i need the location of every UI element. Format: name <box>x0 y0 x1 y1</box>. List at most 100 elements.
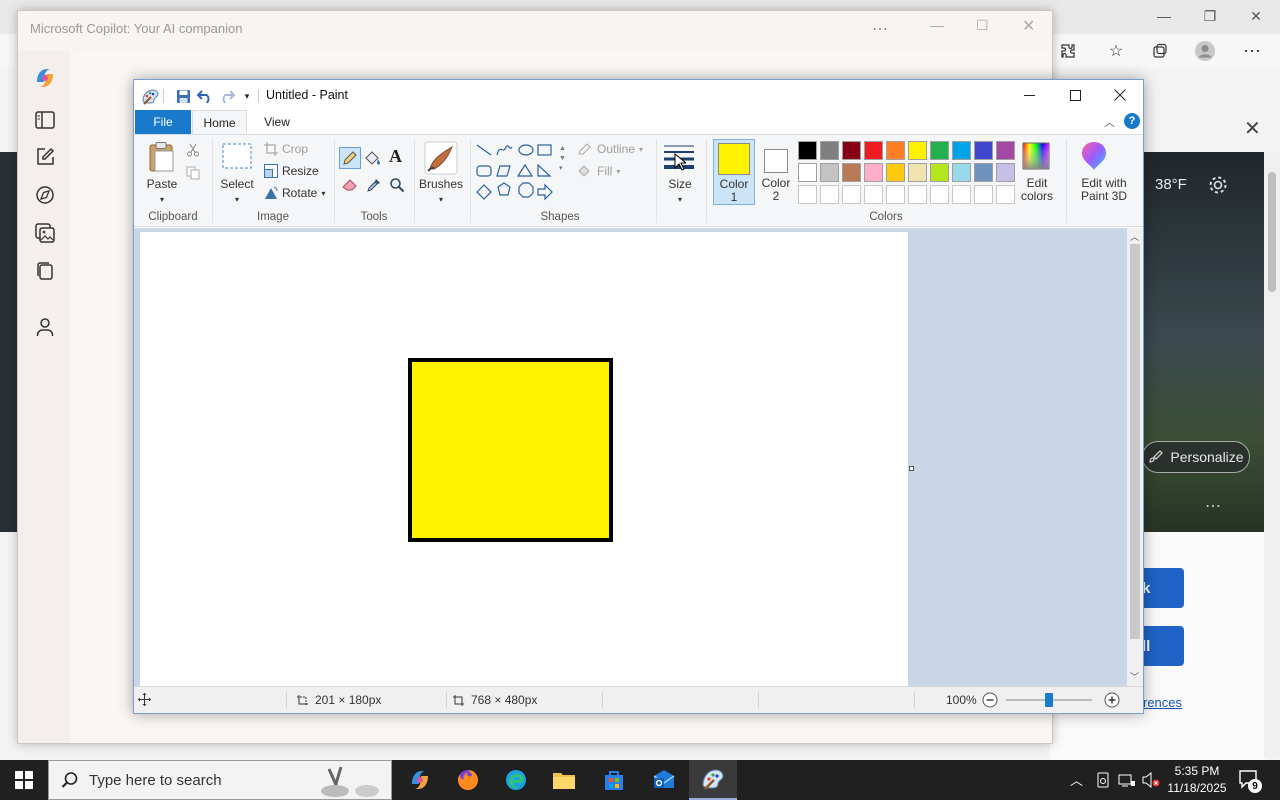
custom-color-slot[interactable] <box>864 185 883 204</box>
palette-color-swatch[interactable] <box>930 163 949 182</box>
edge-close-button[interactable]: ✕ <box>1242 6 1270 26</box>
palette-color-swatch[interactable] <box>908 163 927 182</box>
canvas-vertical-scrollbar[interactable]: ︿ ﹀ <box>1127 228 1143 686</box>
size-button[interactable]: Size ▾ <box>660 177 700 205</box>
custom-color-slot[interactable] <box>908 185 927 204</box>
undo-icon[interactable] <box>196 87 214 105</box>
new-chat-icon[interactable] <box>32 144 58 170</box>
magnifier-icon[interactable] <box>389 177 405 193</box>
network-icon[interactable] <box>1118 772 1136 788</box>
zoom-out-icon[interactable] <box>982 692 998 708</box>
custom-color-slot[interactable] <box>798 185 817 204</box>
palette-color-swatch[interactable] <box>952 163 971 182</box>
custom-color-slot[interactable] <box>974 185 993 204</box>
volume-muted-icon[interactable] <box>1142 772 1160 788</box>
yellow-square-shape[interactable] <box>408 358 613 542</box>
palette-color-swatch[interactable] <box>842 141 861 160</box>
collections-icon[interactable] <box>1146 37 1174 65</box>
custom-color-slot[interactable] <box>952 185 971 204</box>
paint-close-button[interactable] <box>1097 80 1143 110</box>
custom-color-slot[interactable] <box>996 185 1015 204</box>
custom-color-slot[interactable] <box>930 185 949 204</box>
copy-icon[interactable] <box>186 166 200 180</box>
palette-color-swatch[interactable] <box>798 163 817 182</box>
feed-more-icon[interactable]: ⋯ <box>1205 496 1221 516</box>
discover-icon[interactable] <box>32 182 58 208</box>
palette-color-swatch[interactable] <box>864 141 883 160</box>
color2-button[interactable]: Color 2 <box>757 139 795 205</box>
palette-color-swatch[interactable] <box>930 141 949 160</box>
extensions-icon[interactable] <box>1054 37 1082 65</box>
eraser-icon[interactable] <box>342 178 360 192</box>
account-icon[interactable] <box>32 314 58 340</box>
palette-color-swatch[interactable] <box>864 163 883 182</box>
canvas-resize-handle-right[interactable] <box>909 466 914 471</box>
palette-color-swatch[interactable] <box>886 163 905 182</box>
palette-color-swatch[interactable] <box>798 141 817 160</box>
taskbar-file-explorer[interactable] <box>540 760 588 800</box>
copilot-more-icon[interactable]: ⋯ <box>872 19 888 39</box>
select-icon[interactable] <box>222 143 252 169</box>
edge-blue-button-1[interactable]: k <box>1140 568 1184 608</box>
brushes-icon[interactable] <box>424 141 458 175</box>
palette-color-swatch[interactable] <box>996 141 1015 160</box>
image-gallery-icon[interactable] <box>32 220 58 246</box>
custom-color-slot[interactable] <box>842 185 861 204</box>
paint-maximize-button[interactable] <box>1052 80 1098 110</box>
palette-color-swatch[interactable] <box>996 163 1015 182</box>
tray-device-icon[interactable] <box>1096 772 1110 788</box>
taskbar-firefox[interactable] <box>444 760 492 800</box>
custom-color-slot[interactable] <box>886 185 905 204</box>
favorites-icon[interactable]: ☆ <box>1102 37 1130 65</box>
copilot-logo-icon[interactable] <box>32 65 58 91</box>
rotate-button[interactable]: Rotate ▾ <box>264 186 325 200</box>
start-button[interactable] <box>0 760 48 800</box>
scroll-down-icon[interactable]: ﹀ <box>1130 670 1139 683</box>
fill-button[interactable]: Fill ▾ <box>577 164 620 178</box>
sidebar-toggle-icon[interactable] <box>32 107 58 133</box>
edge-minimize-button[interactable]: — <box>1150 6 1178 26</box>
color-picker-icon[interactable] <box>366 177 382 193</box>
copilot-maximize-button[interactable]: ☐ <box>976 17 989 34</box>
taskbar-search-box[interactable]: Type here to search <box>48 760 392 800</box>
taskbar-copilot[interactable] <box>396 760 444 800</box>
paste-icon[interactable] <box>147 141 177 173</box>
tab-view[interactable]: View <box>252 110 302 134</box>
save-icon[interactable] <box>174 87 192 105</box>
paste-button[interactable]: Paste ▾ <box>144 177 180 205</box>
tab-file[interactable]: File <box>135 110 191 134</box>
select-button[interactable]: Select ▾ <box>218 177 256 205</box>
tab-home[interactable]: Home <box>192 110 247 135</box>
profile-avatar[interactable] <box>1191 37 1219 65</box>
zoom-slider-thumb[interactable] <box>1045 693 1053 707</box>
palette-color-swatch[interactable] <box>974 163 993 182</box>
resize-button[interactable]: Resize <box>264 164 319 178</box>
edge-panel-close-icon[interactable]: ✕ <box>1244 116 1261 141</box>
minimize-ribbon-icon[interactable]: ︿ <box>1104 114 1115 130</box>
color1-button[interactable]: Color 1 <box>713 139 755 205</box>
outline-button[interactable]: Outline ▾ <box>577 142 643 156</box>
palette-color-swatch[interactable] <box>886 141 905 160</box>
palette-color-swatch[interactable] <box>952 141 971 160</box>
copilot-close-button[interactable]: ✕ <box>1022 16 1035 36</box>
personalize-button[interactable]: Personalize <box>1142 441 1250 473</box>
edge-scrollbar[interactable] <box>1264 152 1280 758</box>
edge-more-icon[interactable]: ⋯ <box>1238 37 1266 65</box>
taskbar-clock[interactable]: 5:35 PM 11/18/2025 <box>1162 763 1232 797</box>
edge-blue-button-2[interactable]: ll <box>1140 626 1184 666</box>
shapes-scroll-icons[interactable]: ▲ ▼ ▾ <box>559 144 566 174</box>
paint-minimize-button[interactable] <box>1006 80 1052 110</box>
help-icon[interactable]: ? <box>1124 113 1140 129</box>
fill-bucket-icon[interactable] <box>364 150 382 166</box>
paint3d-icon[interactable] <box>1080 140 1108 172</box>
zoom-slider-track[interactable] <box>1006 693 1092 707</box>
pages-icon[interactable] <box>32 258 58 284</box>
tray-overflow-icon[interactable]: ︿ <box>1070 770 1083 789</box>
settings-gear-icon[interactable] <box>1207 174 1229 196</box>
edit-colors-icon[interactable] <box>1021 141 1051 171</box>
custom-color-slot[interactable] <box>820 185 839 204</box>
zoom-in-icon[interactable] <box>1104 692 1120 708</box>
text-tool-icon[interactable]: A <box>389 146 402 167</box>
edge-restore-button[interactable]: ❐ <box>1196 6 1224 26</box>
shapes-gallery[interactable] <box>475 142 567 202</box>
